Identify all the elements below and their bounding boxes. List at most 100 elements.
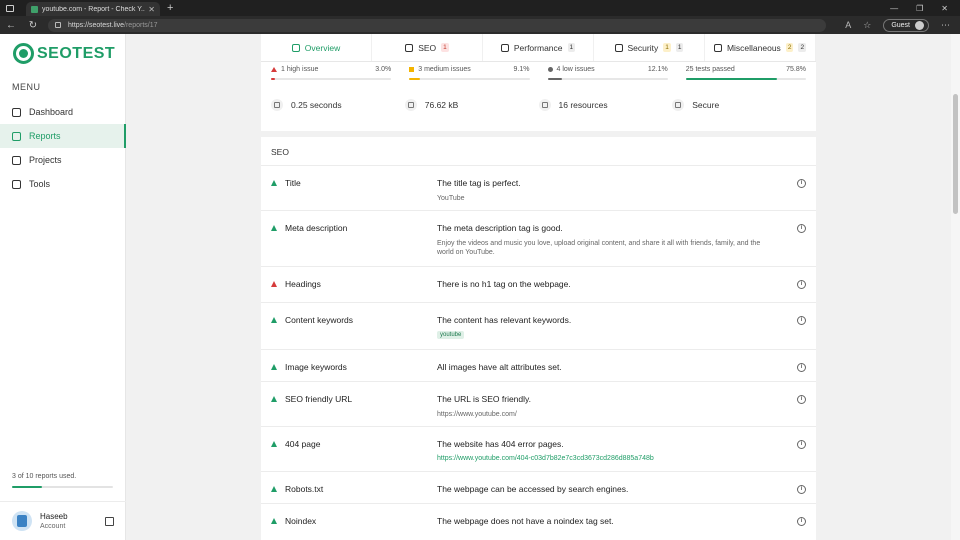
- maximize-icon[interactable]: ❐: [916, 4, 923, 13]
- stat-value: 0.25 seconds: [291, 100, 342, 110]
- test-message: The webpage can be accessed by search en…: [437, 484, 629, 494]
- info-icon[interactable]: i: [797, 363, 806, 372]
- pass-icon: [271, 317, 277, 323]
- issue-percent: 75.8%: [786, 66, 806, 73]
- sidebar-item-projects[interactable]: Projects: [0, 148, 126, 172]
- low-issue-icon: [547, 67, 553, 72]
- site-lock-icon[interactable]: [55, 22, 61, 28]
- info-icon[interactable]: i: [797, 179, 806, 188]
- usage-text: 3 of 10 reports used.: [12, 473, 77, 480]
- tab-close-icon[interactable]: ✕: [148, 5, 155, 14]
- issue-progress-bar: [409, 78, 530, 80]
- sidebar-item-reports[interactable]: Reports: [0, 124, 126, 148]
- back-icon[interactable]: ←: [0, 20, 22, 31]
- issue-percent: 12.1%: [647, 66, 668, 73]
- shield-icon: [614, 43, 623, 52]
- tab-seo[interactable]: SEO 1: [372, 34, 483, 61]
- test-message: All images have alt attributes set.: [437, 362, 562, 372]
- info-icon[interactable]: i: [797, 224, 806, 233]
- reload-icon[interactable]: ↻: [22, 20, 44, 31]
- info-icon[interactable]: i: [797, 517, 806, 526]
- test-message: The title tag is perfect.: [437, 178, 521, 188]
- logout-icon[interactable]: [105, 516, 114, 526]
- sidebar-item-tools[interactable]: Tools: [0, 172, 126, 196]
- issue-progress-bar: [271, 78, 392, 80]
- logo-icon: [13, 43, 34, 64]
- info-icon[interactable]: i: [797, 440, 806, 449]
- issue-label: 4 low issues: [556, 66, 595, 73]
- logo-text: SEOTEST: [37, 44, 116, 62]
- issue-percent: 3.0%: [375, 66, 392, 73]
- issue-summary: 1 high issue 3.0% 3 medium issues 9.1% 4 l…: [261, 66, 816, 85]
- test-name: Meta description: [285, 223, 348, 233]
- issue-progress-fill: [547, 78, 563, 80]
- address-toolbar: ← ↻ https://seotest.live/reports/17 A ☆ …: [0, 16, 960, 34]
- gauge-icon: [500, 43, 509, 52]
- stat-value: 76.62 kB: [424, 100, 459, 110]
- low-issue-badge: 1: [567, 43, 576, 52]
- close-window-icon[interactable]: ✕: [941, 4, 948, 13]
- user-account[interactable]: Haseeb Account: [0, 501, 126, 540]
- tab-label: Overview: [304, 42, 341, 53]
- url-host: https://seotest.live: [68, 21, 125, 29]
- keyword-tag: youtube: [437, 331, 465, 339]
- pass-icon: [271, 180, 277, 186]
- issue-label: 3 medium issues: [418, 66, 471, 73]
- seo-row-image-keywords: Image keywords All images have alt attri…: [261, 350, 816, 382]
- tab-security[interactable]: Security 1 1: [594, 34, 705, 61]
- clock-icon: [271, 99, 283, 111]
- new-tab-button[interactable]: +: [167, 1, 173, 15]
- sidebar-nav: Dashboard Reports Projects Tools: [0, 100, 126, 196]
- 404-page-link[interactable]: https://www.youtube.com/404-c03d7b82e7c3…: [437, 455, 776, 462]
- seo-card: SEO Title The title tag is perfect. YouTu…: [261, 137, 816, 540]
- favorites-icon[interactable]: ☆: [863, 20, 871, 31]
- tab-miscellaneous[interactable]: Miscellaneous 2 2: [705, 34, 816, 61]
- sidebar-item-label: Tools: [29, 179, 51, 189]
- tab-label: Security: [627, 42, 659, 53]
- stat-resources: 16 resources: [538, 99, 673, 111]
- user-role: Account: [40, 523, 66, 530]
- logo[interactable]: SEOTEST: [13, 43, 115, 64]
- avatar: [12, 511, 32, 531]
- test-name: Title: [285, 178, 301, 188]
- test-message: The content has relevant keywords.: [437, 315, 572, 325]
- lock-icon: [672, 99, 685, 111]
- stat-value: 16 resources: [558, 100, 608, 110]
- issue-progress-bar: [685, 78, 806, 80]
- report-summary-card: Overview SEO 1 Performance 1 Security 1 …: [261, 34, 816, 131]
- test-name: Noindex: [285, 516, 317, 526]
- tab-overview[interactable]: Overview: [261, 34, 372, 61]
- profile-button[interactable]: Guest: [883, 18, 929, 32]
- issue-passed: 25 tests passed 75.8%: [685, 66, 806, 85]
- test-message: The URL is SEO friendly.: [437, 394, 532, 404]
- window-menu-icon[interactable]: [0, 0, 20, 16]
- weight-icon: [404, 99, 417, 111]
- profile-label: Guest: [891, 21, 910, 29]
- read-aloud-icon[interactable]: A: [845, 20, 851, 30]
- more-options-icon[interactable]: ⋯: [941, 20, 950, 31]
- tab-label: SEO: [418, 42, 437, 53]
- scrollbar-thumb[interactable]: [953, 94, 958, 214]
- info-icon[interactable]: i: [797, 395, 806, 404]
- info-icon[interactable]: i: [797, 280, 806, 289]
- sidebar-item-dashboard[interactable]: Dashboard: [0, 100, 126, 124]
- browser-tab[interactable]: youtube.com - Report - Check Y... ✕: [26, 2, 160, 16]
- issue-progress-bar: [547, 78, 668, 80]
- seo-row-404-page: 404 page The website has 404 error pages…: [261, 427, 816, 472]
- tab-performance[interactable]: Performance 1: [483, 34, 594, 61]
- test-name: Image keywords: [285, 362, 347, 372]
- info-icon[interactable]: i: [797, 316, 806, 325]
- minimize-icon[interactable]: —: [890, 4, 898, 13]
- sidebar-item-label: Dashboard: [29, 107, 74, 117]
- info-icon[interactable]: i: [797, 485, 806, 494]
- url-bar[interactable]: https://seotest.live/reports/17: [48, 18, 826, 32]
- sidebar: SEOTEST MENU Dashboard Reports Projects …: [0, 34, 126, 540]
- high-issue-icon: [271, 67, 277, 72]
- projects-icon: [12, 155, 21, 165]
- low-issue-badge: 1: [675, 43, 684, 52]
- page-scrollbar[interactable]: [951, 34, 960, 540]
- test-message: The website has 404 error pages.: [437, 439, 564, 449]
- pass-icon: [271, 364, 277, 370]
- misc-icon: [713, 43, 722, 52]
- issue-label: 1 high issue: [281, 66, 319, 73]
